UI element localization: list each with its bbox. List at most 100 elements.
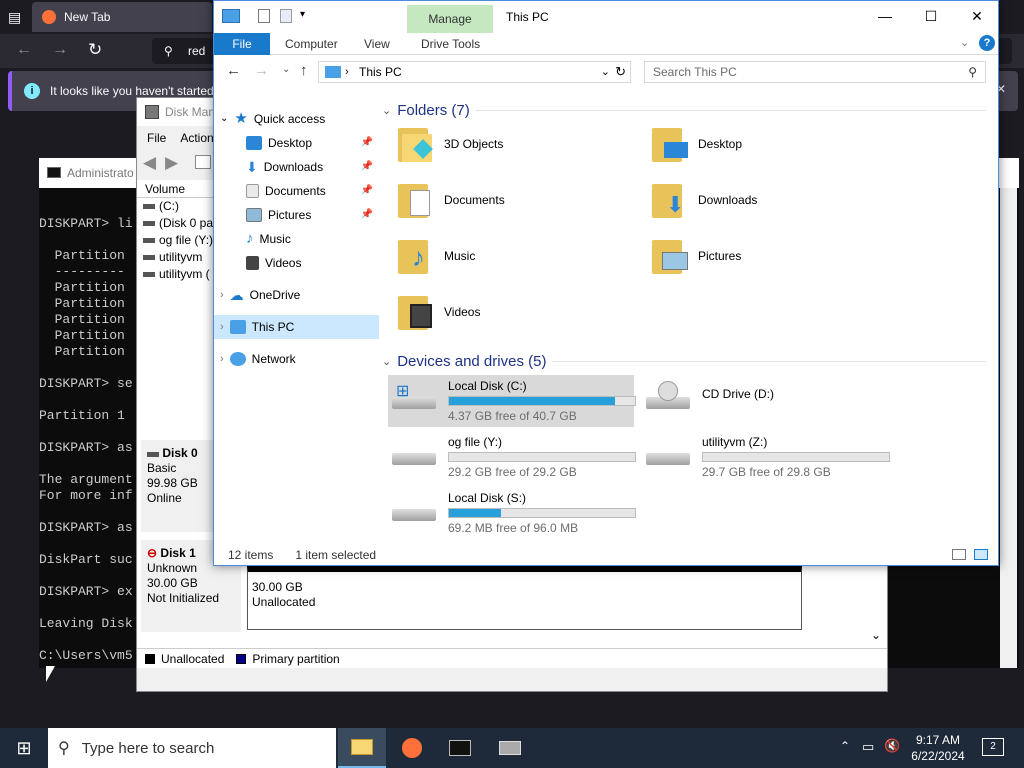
drive-s[interactable]: Local Disk (S:) 69.2 MB free of 96.0 MB	[388, 487, 636, 539]
start-button[interactable]: ⊞	[0, 728, 48, 768]
drives-group-header[interactable]: ⌄ Devices and drives (5)	[382, 350, 986, 372]
tab-computer[interactable]: Computer	[285, 33, 338, 55]
menu-action[interactable]: Action	[180, 126, 213, 150]
drive-icon	[143, 272, 155, 277]
folder-music[interactable]: ♪ Music	[398, 231, 638, 281]
address-bar[interactable]: › This PC ⌄ ↻	[318, 61, 631, 83]
tab-file[interactable]: File	[214, 33, 270, 55]
primary-swatch	[236, 653, 247, 664]
back-icon[interactable]: ←	[16, 41, 32, 59]
drive-z[interactable]: utilityvm (Z:) 29.7 GB free of 29.8 GB	[642, 431, 890, 483]
volume-row[interactable]: (C:)	[137, 198, 217, 215]
drive-y[interactable]: og file (Y:) 29.2 GB free of 29.2 GB	[388, 431, 636, 483]
quick-access-dropdown-icon[interactable]: ▾	[300, 9, 305, 20]
details-view-icon[interactable]	[952, 549, 966, 560]
large-icons-view-icon[interactable]	[974, 549, 988, 560]
new-folder-icon[interactable]	[280, 9, 292, 23]
nav-downloads[interactable]: ⬇ Downloads 📌	[214, 155, 379, 179]
console-line: ---------	[39, 264, 125, 279]
volume-row[interactable]: og file (Y:)	[137, 232, 217, 249]
minimize-icon[interactable]: —	[862, 1, 908, 31]
manage-context-tab[interactable]: Manage	[407, 5, 493, 33]
tab-list-icon[interactable]: ▤	[8, 9, 21, 26]
forward-icon[interactable]: ▶	[165, 153, 178, 173]
forward-icon[interactable]: →	[52, 41, 68, 59]
folder-3d-objects[interactable]: 3D Objects	[398, 119, 638, 169]
drive-icon	[143, 255, 155, 260]
console-scrollbar[interactable]	[1000, 188, 1017, 668]
folder-desktop[interactable]: Desktop	[652, 119, 892, 169]
drive-icon	[143, 204, 155, 209]
nav-videos[interactable]: Videos	[214, 251, 379, 275]
search-input[interactable]: Search This PC ⚲	[644, 61, 986, 83]
nav-pictures[interactable]: Pictures 📌	[214, 203, 379, 227]
expand-ribbon-icon[interactable]: ⌄	[960, 36, 969, 49]
clock[interactable]: 9:17 AM 6/22/2024	[900, 728, 976, 768]
back-icon[interactable]: ←	[226, 62, 241, 79]
nav-music[interactable]: ♪ Music	[214, 227, 379, 251]
legend-unallocated: Unallocated	[161, 651, 225, 666]
chevron-down-icon[interactable]: ⌄	[871, 628, 881, 642]
properties-icon[interactable]	[258, 9, 270, 23]
taskbar-search[interactable]: ⚲ Type here to search	[48, 728, 336, 768]
volume-row[interactable]: (Disk 0 par	[137, 215, 217, 232]
maximize-icon[interactable]: ☐	[908, 1, 954, 31]
nav-onedrive[interactable]: › ☁ OneDrive	[214, 283, 379, 307]
folder-name: Videos	[444, 305, 481, 319]
folders-group-header[interactable]: ⌄ Folders (7)	[382, 99, 986, 121]
taskbar: ⊞ ⚲ Type here to search ⌃ ▭ 🔇 9:17 AM 6/…	[0, 728, 1024, 768]
drive-free-space: 29.7 GB free of 29.8 GB	[702, 465, 831, 479]
recent-dropdown-icon[interactable]: ⌄	[282, 64, 290, 75]
drive-icon	[147, 452, 159, 457]
pin-icon: 📌	[360, 185, 373, 196]
drive-d[interactable]: CD Drive (D:)	[642, 375, 888, 427]
pin-icon: 📌	[360, 209, 373, 220]
documents-folder-icon	[398, 180, 434, 220]
folder-videos[interactable]: Videos	[398, 287, 638, 337]
close-icon[interactable]: ✕	[954, 1, 1000, 31]
menu-file[interactable]: File	[147, 126, 166, 150]
folder-downloads[interactable]: ⬇ Downloads	[652, 175, 892, 225]
disk1-size: 30.00 GB	[147, 576, 198, 590]
folder-pictures[interactable]: Pictures	[652, 231, 892, 281]
music-folder-icon: ♪	[398, 236, 434, 276]
tab-drive-tools[interactable]: Drive Tools	[421, 33, 480, 55]
star-icon: ★	[234, 110, 248, 127]
nav-desktop[interactable]: Desktop 📌	[214, 131, 379, 155]
tab-view[interactable]: View	[364, 33, 390, 55]
tab-new-tab[interactable]: New Tab	[32, 2, 212, 32]
drive-icon	[392, 491, 440, 531]
volume-row[interactable]: utilityvm	[137, 249, 217, 266]
help-icon[interactable]: ?	[979, 35, 995, 51]
forward-icon[interactable]: →	[254, 62, 269, 79]
error-icon: ⊖	[147, 546, 158, 560]
nav-network[interactable]: › Network	[214, 347, 379, 371]
nav-this-pc[interactable]: › This PC	[214, 315, 379, 339]
chevron-down-icon[interactable]: ⌄	[601, 62, 610, 82]
chevron-up-icon[interactable]: ⌃	[840, 739, 850, 753]
unallocated-region[interactable]: 30.00 GB Unallocated	[247, 566, 802, 630]
nav-documents[interactable]: Documents 📌	[214, 179, 379, 203]
network-icon[interactable]: ▭	[862, 739, 874, 755]
nav-quick-access[interactable]: ⌄ ★ Quick access	[214, 107, 379, 131]
volume-muted-icon[interactable]: 🔇	[884, 738, 900, 754]
notifications-icon[interactable]: 2	[982, 738, 1004, 756]
drive-c[interactable]: ⊞ Local Disk (C:) 4.37 GB free of 40.7 GB	[388, 375, 636, 427]
refresh-icon[interactable]: ↻	[615, 62, 626, 82]
folder-name: Music	[444, 249, 476, 263]
folder-documents[interactable]: Documents	[398, 175, 638, 225]
firefox-taskbar-button[interactable]	[388, 728, 436, 768]
reload-icon[interactable]: ↻	[88, 40, 102, 60]
console-line: C:\Users\vm5	[39, 648, 133, 663]
volume-row[interactable]: utilityvm (	[137, 266, 217, 283]
disk1-status: Not Initialized	[147, 591, 220, 605]
disk-management-taskbar-button[interactable]	[486, 728, 534, 768]
up-icon[interactable]: ↑	[300, 62, 308, 79]
properties-icon[interactable]	[195, 155, 211, 169]
back-icon[interactable]: ◀	[143, 153, 156, 173]
volume-column-header[interactable]: Volume	[137, 180, 217, 198]
console-taskbar-button[interactable]	[436, 728, 484, 768]
file-explorer-taskbar-button[interactable]	[338, 728, 386, 768]
